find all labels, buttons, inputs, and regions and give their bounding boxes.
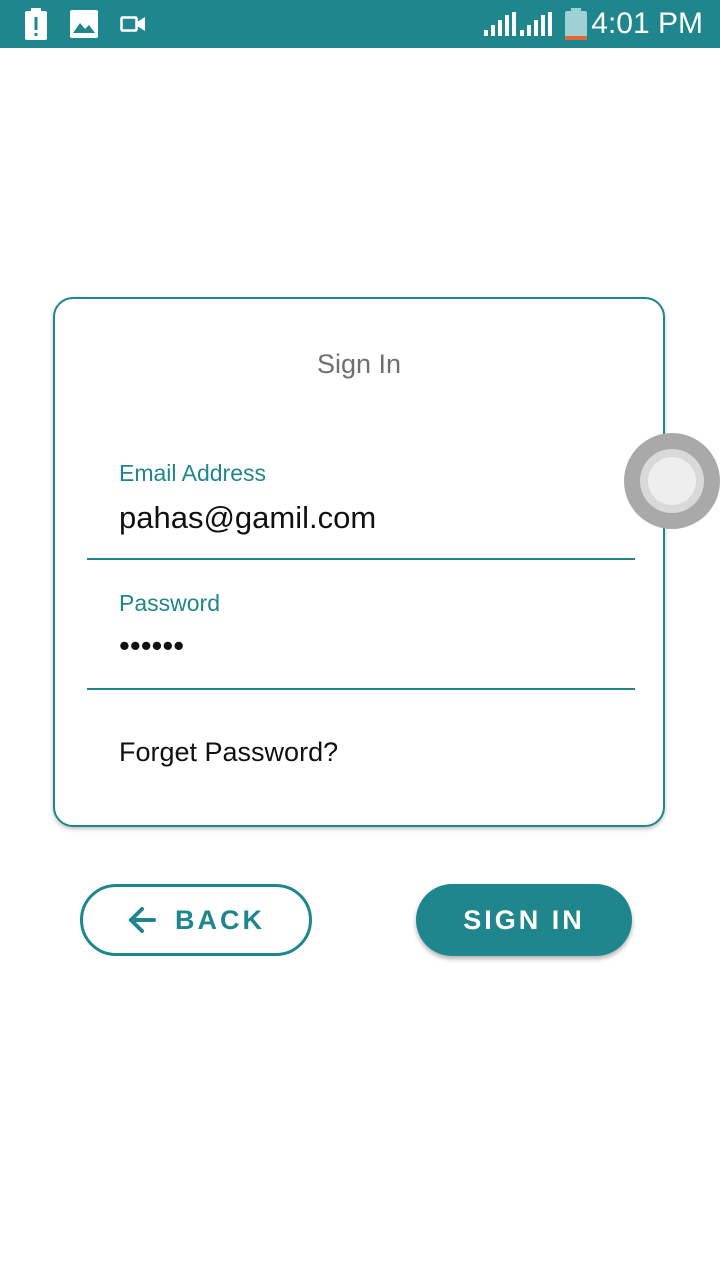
clock: 4:01 PM (591, 7, 703, 40)
signal-icon (520, 12, 552, 36)
sign-in-card: Sign In Email Address Password •••••• Fo… (53, 297, 665, 827)
sign-in-button-label: SIGN IN (463, 904, 585, 935)
email-underline (87, 558, 635, 560)
signal-icon (484, 12, 516, 36)
forgot-password-link[interactable]: Forget Password? (119, 735, 338, 769)
back-button[interactable]: BACK (80, 884, 312, 956)
password-underline (87, 688, 635, 690)
floating-touch-button[interactable] (624, 433, 720, 529)
arrow-left-icon (129, 907, 156, 933)
email-label: Email Address (119, 460, 267, 486)
video-icon (120, 16, 145, 32)
back-button-label: BACK (175, 904, 265, 935)
card-title: Sign In (316, 349, 402, 379)
email-field[interactable] (119, 499, 599, 537)
sign-in-screen: 4:01 PM Sign In Email Address Password •… (0, 0, 720, 1280)
floating-core (648, 457, 696, 505)
battery-icon (565, 8, 587, 40)
sign-in-button[interactable]: SIGN IN (416, 884, 632, 956)
image-icon (70, 10, 98, 38)
status-bar: 4:01 PM (0, 0, 720, 48)
battery-alert-icon (25, 8, 47, 40)
password-label: Password (119, 590, 220, 616)
password-field[interactable]: •••••• (119, 627, 599, 665)
